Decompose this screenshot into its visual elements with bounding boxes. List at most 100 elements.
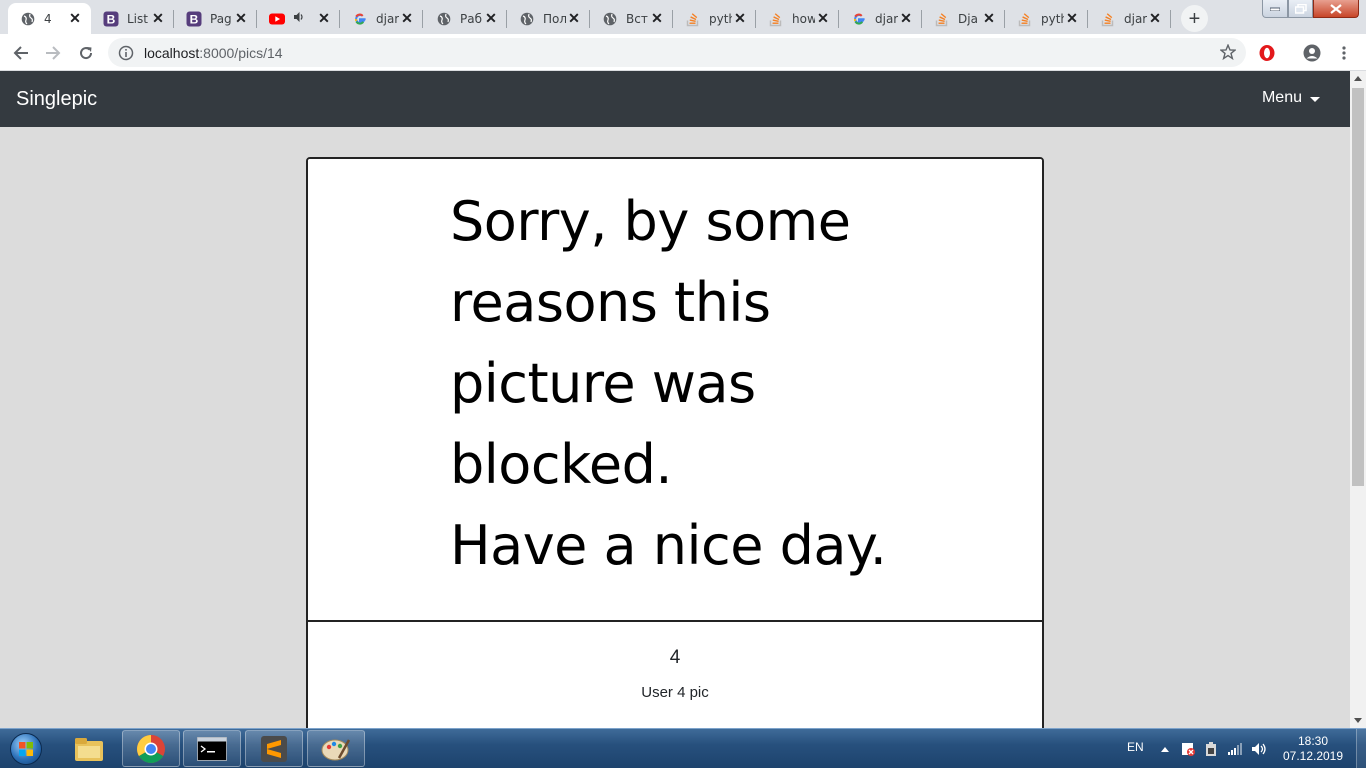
tab-close-icon[interactable]: ✕ [732, 10, 748, 27]
folder-icon [75, 737, 103, 761]
browser-tab[interactable]: djar ✕ [839, 3, 922, 34]
tab-close-icon[interactable]: ✕ [815, 10, 831, 27]
browser-tab[interactable]: 4 ✕ [8, 3, 91, 34]
action-center-icon[interactable] [1180, 741, 1196, 757]
stackoverflow-icon [768, 11, 784, 27]
reload-icon [80, 47, 93, 60]
tab-title: Раб [460, 11, 482, 26]
taskbar-cmd[interactable] [183, 730, 241, 767]
menu-label: Menu [1261, 89, 1302, 106]
volume-icon[interactable] [1251, 741, 1267, 757]
tab-close-icon[interactable]: ✕ [566, 10, 582, 27]
tab-title: djar [376, 11, 399, 26]
tray-expand-icon[interactable] [1157, 741, 1173, 757]
reload-button[interactable] [73, 40, 99, 66]
tab-close-icon[interactable]: ✕ [483, 10, 499, 27]
card-title: 4 [669, 647, 681, 668]
taskbar-paint[interactable] [307, 730, 365, 767]
globe-icon [519, 11, 535, 27]
window-maximize-button[interactable] [1288, 0, 1313, 18]
browser-tab[interactable]: Dja ✕ [922, 3, 1005, 34]
opera-extension-button[interactable] [1254, 40, 1280, 66]
language-indicator[interactable]: EN [1127, 740, 1144, 754]
tab-close-icon[interactable]: ✕ [150, 10, 166, 27]
browser-tab[interactable]: Пол ✕ [507, 3, 590, 34]
profile-button[interactable] [1299, 40, 1325, 66]
browser-tab[interactable]: how ✕ [756, 3, 839, 34]
tab-close-icon[interactable]: ✕ [898, 10, 914, 27]
scroll-down-icon[interactable] [1354, 718, 1362, 723]
globe-icon [602, 11, 618, 27]
taskbar-chrome[interactable] [122, 730, 180, 767]
browser-tab[interactable]: B List ✕ [91, 3, 174, 34]
caret-down-icon [1310, 96, 1320, 102]
restore-icon [1294, 3, 1307, 14]
tab-close-icon[interactable]: ✕ [233, 10, 249, 27]
window-minimize-button[interactable] [1262, 0, 1288, 18]
address-bar[interactable]: localhost:8000/pics/14 [108, 38, 1246, 67]
browser-tab[interactable]: djar ✕ [1088, 3, 1171, 34]
show-desktop-button[interactable] [1356, 729, 1366, 768]
blocked-message-line: reasons this [450, 271, 771, 334]
youtube-icon [269, 11, 285, 27]
info-icon[interactable] [118, 45, 134, 61]
tab-title: List [127, 11, 148, 26]
tab-close-icon[interactable]: ✕ [316, 10, 332, 27]
google-icon [851, 11, 867, 27]
svg-text:B: B [190, 12, 199, 26]
bootstrap-icon: B [186, 11, 202, 27]
tab-title: Вст [626, 11, 648, 26]
chrome-menu-button[interactable] [1331, 40, 1357, 66]
browser-toolbar: localhost:8000/pics/14 [0, 34, 1366, 71]
new-tab-button[interactable]: + [1181, 5, 1208, 32]
system-clock[interactable]: 18:30 07.12.2019 [1280, 734, 1346, 764]
tab-close-icon[interactable]: ✕ [67, 10, 83, 27]
url-text: localhost:8000/pics/14 [144, 45, 283, 61]
menu-dropdown-toggle[interactable]: Menu [1262, 89, 1320, 107]
tab-separator [1170, 10, 1171, 28]
tab-close-icon[interactable]: ✕ [981, 10, 997, 27]
browser-tab[interactable]: Раб ✕ [424, 3, 507, 34]
navbar-brand[interactable]: Singlepic [16, 88, 97, 111]
taskbar-explorer[interactable] [60, 730, 118, 767]
network-signal-icon[interactable] [1227, 741, 1243, 757]
tab-title: 4 [44, 11, 52, 26]
browser-tab[interactable]: pyth✕ [673, 3, 756, 34]
browser-tab[interactable]: B Pag ✕ [174, 3, 257, 34]
scrollbar-thumb[interactable] [1352, 88, 1364, 486]
tab-close-icon[interactable]: ✕ [399, 10, 415, 27]
audio-playing-icon[interactable] [293, 12, 305, 26]
tab-close-icon[interactable]: ✕ [1147, 10, 1163, 27]
blocked-message-line: Have a nice day. [450, 514, 887, 577]
back-button[interactable] [8, 40, 34, 66]
taskbar-sublime[interactable] [245, 730, 303, 767]
opera-icon [1259, 45, 1275, 61]
window-close-button[interactable] [1313, 0, 1359, 18]
url-host: localhost [144, 44, 200, 61]
browser-tab[interactable]: Вст ✕ [590, 3, 673, 34]
browser-tab[interactable]: pyth✕ [1005, 3, 1088, 34]
page-scrollbar[interactable] [1350, 71, 1366, 728]
clock-date: 07.12.2019 [1282, 749, 1344, 763]
stackoverflow-icon [685, 11, 701, 27]
tab-close-icon[interactable]: ✕ [649, 10, 665, 27]
browser-tab[interactable]: ✕ [257, 3, 340, 34]
tab-title: Dja [958, 11, 978, 26]
tab-separator [422, 10, 423, 28]
start-button[interactable] [4, 730, 48, 768]
picture-card: Sorry, by some reasons this picture was … [306, 157, 1044, 737]
browser-tab[interactable]: djar ✕ [340, 3, 423, 34]
url-path: :8000/pics/14 [199, 44, 283, 61]
account-icon [1303, 44, 1321, 62]
close-icon [1330, 3, 1342, 14]
bookmark-star-icon[interactable] [1219, 43, 1237, 65]
stackoverflow-icon [934, 11, 950, 27]
scroll-up-icon[interactable] [1354, 76, 1362, 81]
tab-close-icon[interactable]: ✕ [1064, 10, 1080, 27]
power-icon[interactable] [1203, 741, 1219, 757]
arrow-left-icon [13, 46, 28, 60]
tab-title: Пол [543, 11, 566, 26]
forward-button[interactable] [40, 40, 66, 66]
blocked-picture: Sorry, by some reasons this picture was … [308, 159, 1042, 622]
tab-title: djar [875, 11, 898, 26]
